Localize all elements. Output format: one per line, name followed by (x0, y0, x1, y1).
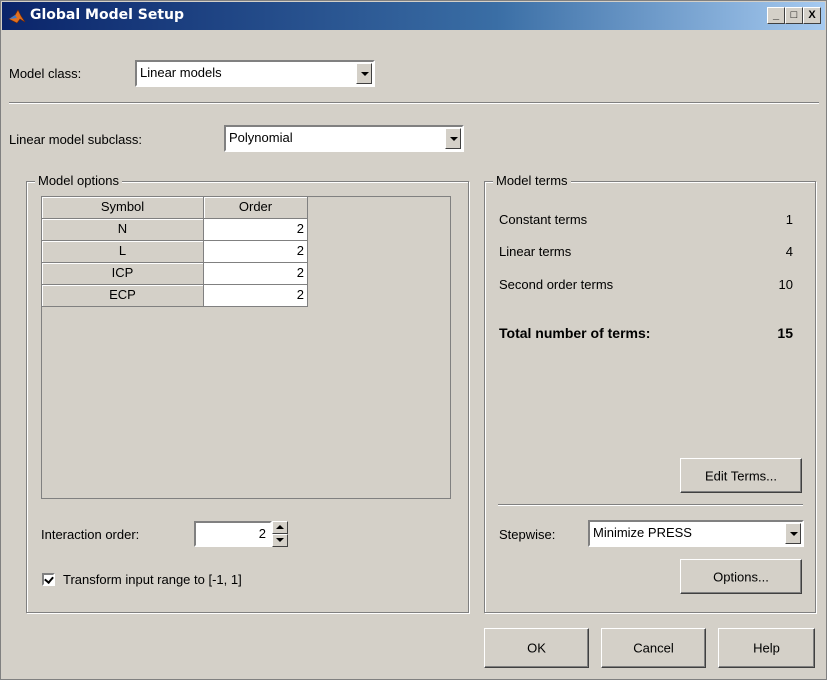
window-title: Global Model Setup (30, 7, 185, 23)
row-order-cell[interactable]: 2 (204, 241, 308, 263)
model-options-table: Symbol Order N 2 L 2 ICP 2 ECP 2 (41, 196, 451, 499)
interaction-order-label: Interaction order: (41, 527, 140, 542)
model-class-select[interactable]: Linear models (135, 60, 375, 87)
matlab-icon (8, 9, 26, 24)
stepwise-select[interactable]: Minimize PRESS (588, 520, 804, 547)
chevron-down-icon[interactable] (356, 63, 372, 84)
constant-terms-label: Constant terms (499, 212, 588, 227)
help-label: Help (753, 640, 780, 656)
edit-terms-button[interactable]: Edit Terms... (680, 458, 802, 493)
spin-down-icon[interactable] (272, 534, 288, 547)
help-button[interactable]: Help (718, 628, 815, 668)
title-bar: Global Model Setup _ □ X (2, 2, 825, 30)
transform-checkbox[interactable] (42, 573, 55, 586)
spin-up-icon[interactable] (272, 521, 288, 534)
model-options-title: Model options (35, 173, 122, 188)
transform-label: Transform input range to [-1, 1] (63, 572, 242, 587)
cancel-button[interactable]: Cancel (601, 628, 706, 668)
options-label: Options... (713, 569, 769, 584)
divider (9, 102, 819, 104)
edit-terms-label: Edit Terms... (704, 468, 777, 483)
second-order-terms-label: Second order terms (499, 277, 614, 292)
model-terms-title: Model terms (493, 173, 571, 188)
constant-terms-value: 1 (785, 212, 793, 227)
maximize-button[interactable]: □ (785, 7, 803, 24)
total-terms-label: Total number of terms: (499, 325, 651, 341)
options-button[interactable]: Options... (680, 559, 802, 594)
chevron-down-icon[interactable] (445, 128, 461, 149)
ok-label: OK (527, 640, 546, 656)
interaction-order-stepper[interactable]: 2 (194, 521, 288, 547)
order-header: Order (204, 197, 308, 219)
cancel-label: Cancel (633, 640, 674, 656)
divider (498, 504, 803, 506)
stepwise-value: Minimize PRESS (593, 525, 692, 540)
row-symbol: L (42, 241, 204, 263)
row-symbol: N (42, 219, 204, 241)
stepwise-label: Stepwise: (499, 527, 556, 542)
model-class-label: Model class: (9, 66, 82, 81)
row-order-cell[interactable]: 2 (204, 219, 308, 241)
global-model-setup-window: Global Model Setup _ □ X Model class: Li… (0, 0, 827, 680)
row-order-cell[interactable]: 2 (204, 285, 308, 307)
subclass-select[interactable]: Polynomial (224, 125, 464, 152)
symbol-header: Symbol (42, 197, 204, 219)
total-terms-value: 15 (777, 325, 793, 341)
row-order-cell[interactable]: 2 (204, 263, 308, 285)
model-class-value: Linear models (140, 65, 222, 80)
chevron-down-icon[interactable] (785, 523, 801, 544)
linear-terms-label: Linear terms (499, 244, 572, 259)
subclass-label: Linear model subclass: (9, 132, 142, 147)
subclass-value: Polynomial (229, 130, 293, 145)
linear-terms-value: 4 (785, 244, 793, 259)
row-symbol: ICP (42, 263, 204, 285)
second-order-terms-value: 10 (778, 277, 793, 292)
close-button[interactable]: X (803, 7, 821, 24)
minimize-button[interactable]: _ (767, 7, 785, 24)
row-symbol: ECP (42, 285, 204, 307)
ok-button[interactable]: OK (484, 628, 589, 668)
interaction-order-value[interactable]: 2 (194, 521, 272, 547)
